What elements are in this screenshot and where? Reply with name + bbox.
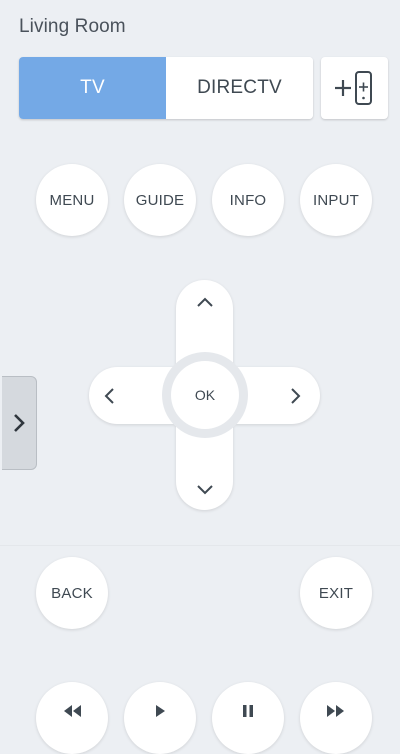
dpad-down-button[interactable] bbox=[185, 470, 225, 510]
pause-button[interactable] bbox=[212, 682, 284, 754]
fast-forward-button[interactable] bbox=[300, 682, 372, 754]
side-panel-toggle[interactable] bbox=[2, 376, 37, 470]
device-toggle: TV DIRECTV bbox=[19, 57, 313, 119]
info-button[interactable]: INFO bbox=[212, 164, 284, 236]
rewind-icon bbox=[64, 705, 81, 717]
dpad-up-button[interactable] bbox=[185, 282, 225, 322]
chevron-right-icon bbox=[291, 388, 301, 404]
guide-button[interactable]: GUIDE bbox=[124, 164, 196, 236]
fast-forward-icon bbox=[327, 705, 344, 717]
play-button[interactable] bbox=[124, 682, 196, 754]
dpad-left-button[interactable] bbox=[89, 376, 129, 416]
dpad-right-button[interactable] bbox=[276, 376, 316, 416]
chevron-right-icon bbox=[14, 414, 25, 432]
add-device-button[interactable] bbox=[321, 57, 388, 119]
ok-button[interactable]: OK bbox=[171, 361, 239, 429]
exit-button[interactable]: EXIT bbox=[300, 557, 372, 629]
pause-icon bbox=[243, 705, 253, 717]
chevron-left-icon bbox=[104, 388, 114, 404]
chevron-down-icon bbox=[197, 485, 213, 495]
tab-directv[interactable]: DIRECTV bbox=[166, 57, 313, 119]
add-device-icon bbox=[334, 71, 372, 105]
chevron-up-icon bbox=[197, 297, 213, 307]
play-icon bbox=[156, 705, 165, 717]
input-button[interactable]: INPUT bbox=[300, 164, 372, 236]
section-divider bbox=[0, 545, 400, 546]
page-title: Living Room bbox=[19, 16, 126, 37]
menu-button[interactable]: MENU bbox=[36, 164, 108, 236]
tab-tv[interactable]: TV bbox=[19, 57, 166, 119]
rewind-button[interactable] bbox=[36, 682, 108, 754]
back-button[interactable]: BACK bbox=[36, 557, 108, 629]
